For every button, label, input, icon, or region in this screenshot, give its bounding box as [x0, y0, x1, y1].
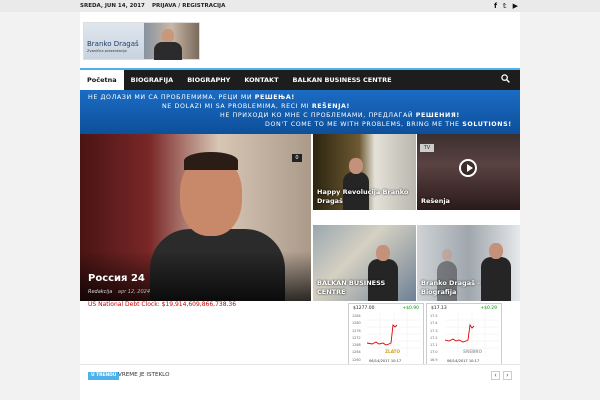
banner-line-3: НЕ ПРИХОДИ КО МНЕ С ПРОБЛЕМАМИ, ПРЕДЛАГА…	[220, 112, 460, 119]
thumb-caption: BALKAN BUSINESS CENTRE	[317, 279, 386, 296]
logo-tagline: Zvanična prezentacija	[87, 49, 127, 53]
silver-timestamp: 06/14/2017 10:17	[447, 359, 480, 363]
nav-item-kontakt[interactable]: KONTAKT	[237, 70, 285, 90]
post-date: apr 12, 2024	[117, 289, 151, 295]
gold-label: ZLATO	[385, 349, 401, 354]
site-logo[interactable]: Branko Dragaš Zvanična prezentacija	[83, 22, 200, 60]
youtube-icon[interactable]: ▶	[513, 2, 518, 11]
silver-label: SREBRO	[463, 349, 483, 354]
thumb-post-biografija[interactable]: Branko Dragaš - Biografija	[417, 225, 520, 301]
gold-price: $1277.00	[353, 306, 375, 311]
banner-line-4: DON'T COME TO ME WITH PROBLEMS, BRING ME…	[265, 121, 512, 128]
silver-y-axis: 17.5 17.4 17.3 17.2 17.1 17.0 16.9	[430, 314, 438, 362]
banner-line-1: НЕ ДОЛАЗИ МИ СА ПРОБЛЕМИМА, РЕЦИ МИ РЕШЕ…	[88, 94, 295, 101]
nav-item-balkan-business-centre[interactable]: BALKAN BUSINESS CENTRE	[286, 70, 399, 90]
slogan-banner: НЕ ДОЛАЗИ МИ СА ПРОБЛЕМИМА, РЕЦИ МИ РЕШЕ…	[80, 90, 520, 134]
comment-count-badge: 0	[292, 154, 302, 162]
silver-price: $17.13	[431, 306, 447, 311]
login-register-link[interactable]: PRIJAVA / REGISTRACIJA	[152, 3, 225, 9]
thumb-caption: Rešenja	[421, 197, 450, 205]
top-bar: SREDA, JUN 14, 2017 PRIJAVA / REGISTRACI…	[0, 0, 600, 12]
featured-post-title[interactable]: Россия 24	[88, 273, 145, 284]
gold-price-widget: $1277.00 +$0.90 1284 1280 1276 1272 1268 1264…	[348, 303, 424, 365]
current-date: SREDA, JUN 14, 2017	[80, 3, 145, 9]
trending-message[interactable]: VREME JE ISTEKLO	[118, 372, 170, 378]
ticker-prev-button[interactable]: ‹	[491, 371, 500, 380]
trending-ticker: U TRENDU VREME JE ISTEKLO ‹ ›	[80, 364, 520, 386]
nav-item-pocetna[interactable]: Početna	[80, 70, 124, 90]
thumb-post-balkan-business-centre[interactable]: BALKAN BUSINESS CENTRE	[313, 225, 416, 301]
gold-change: +$0.90	[402, 306, 419, 311]
silver-price-widget: $17.13 +$0.29 17.5 17.4 17.3 17.2 17.1 17.0 16…	[426, 303, 502, 365]
featured-post-meta: Redakcija apr 12, 2024	[88, 289, 150, 295]
gold-timestamp: 06/14/2017 10:17	[369, 359, 402, 363]
search-icon[interactable]	[501, 74, 510, 83]
featured-post[interactable]: 0 Россия 24 Redakcija apr 12, 2024	[80, 134, 311, 301]
play-icon[interactable]	[459, 159, 477, 177]
facebook-icon[interactable]: f	[494, 2, 497, 11]
trending-tag: U TRENDU	[88, 372, 120, 380]
social-links: f 𝕥 ▶	[494, 2, 518, 11]
thumb-caption: Happy Revolucija Branko Dragaš	[317, 188, 409, 205]
debt-clock: US National Debt Clock: $19,914,609,866,…	[88, 301, 237, 308]
logo-portrait	[144, 23, 199, 60]
banner-line-2: NE DOLAZI MI SA PROBLEMIMA, RECI MI REŠE…	[162, 103, 350, 110]
nav-item-biografija[interactable]: BIOGRAFIJA	[124, 70, 181, 90]
page-container: Branko Dragaš Zvanična prezentacija Poče…	[80, 12, 520, 400]
thumb-post-happy-revolucija[interactable]: Happy Revolucija Branko Dragaš	[313, 134, 416, 210]
thumb-post-resenja[interactable]: TV Rešenja	[417, 134, 520, 210]
logo-name: Branko Dragaš	[87, 40, 139, 48]
gold-y-axis: 1284 1280 1276 1272 1268 1264 1260	[352, 314, 361, 362]
thumb-caption: Branko Dragaš - Biografija	[421, 279, 480, 296]
twitter-icon[interactable]: 𝕥	[503, 2, 507, 11]
silver-change: +$0.29	[480, 306, 497, 311]
ticker-next-button[interactable]: ›	[503, 371, 512, 380]
main-nav: Početna BIOGRAFIJA BIOGRAPHY KONTAKT BAL…	[80, 68, 520, 90]
channel-logo: TV	[420, 144, 434, 152]
post-author[interactable]: Redakcija	[88, 289, 112, 295]
nav-item-biography[interactable]: BIOGRAPHY	[180, 70, 237, 90]
